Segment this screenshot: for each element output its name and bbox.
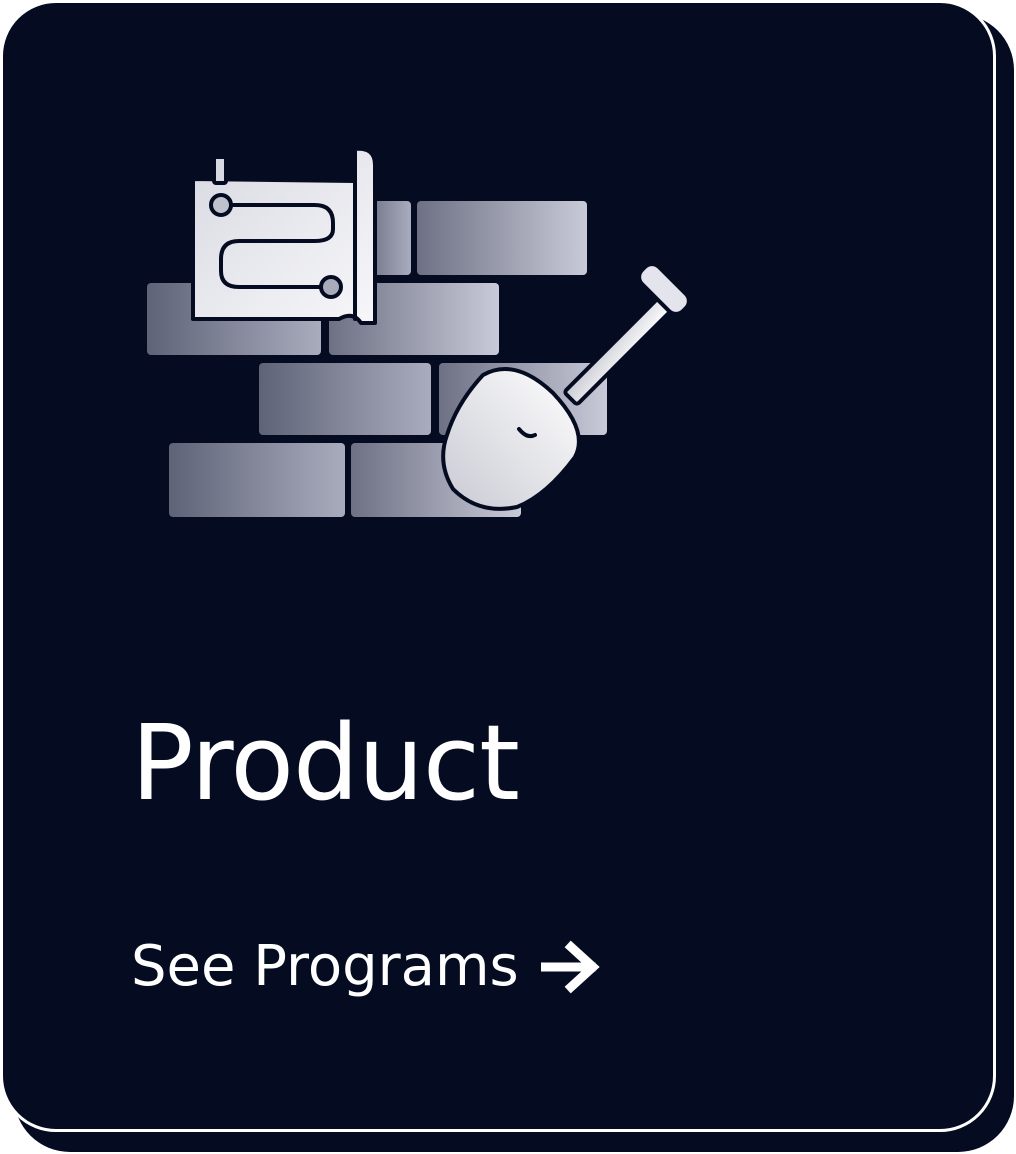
program-card-wrapper: Product See Programs bbox=[0, 0, 1016, 1154]
see-programs-label: See Programs bbox=[131, 934, 519, 999]
see-programs-link[interactable]: See Programs bbox=[131, 931, 601, 1003]
product-program-card[interactable]: Product See Programs bbox=[0, 0, 996, 1132]
brick-wall-blueprint-shovel-icon bbox=[147, 146, 691, 517]
arrow-right-icon bbox=[540, 940, 600, 994]
card-title: Product bbox=[131, 702, 520, 824]
